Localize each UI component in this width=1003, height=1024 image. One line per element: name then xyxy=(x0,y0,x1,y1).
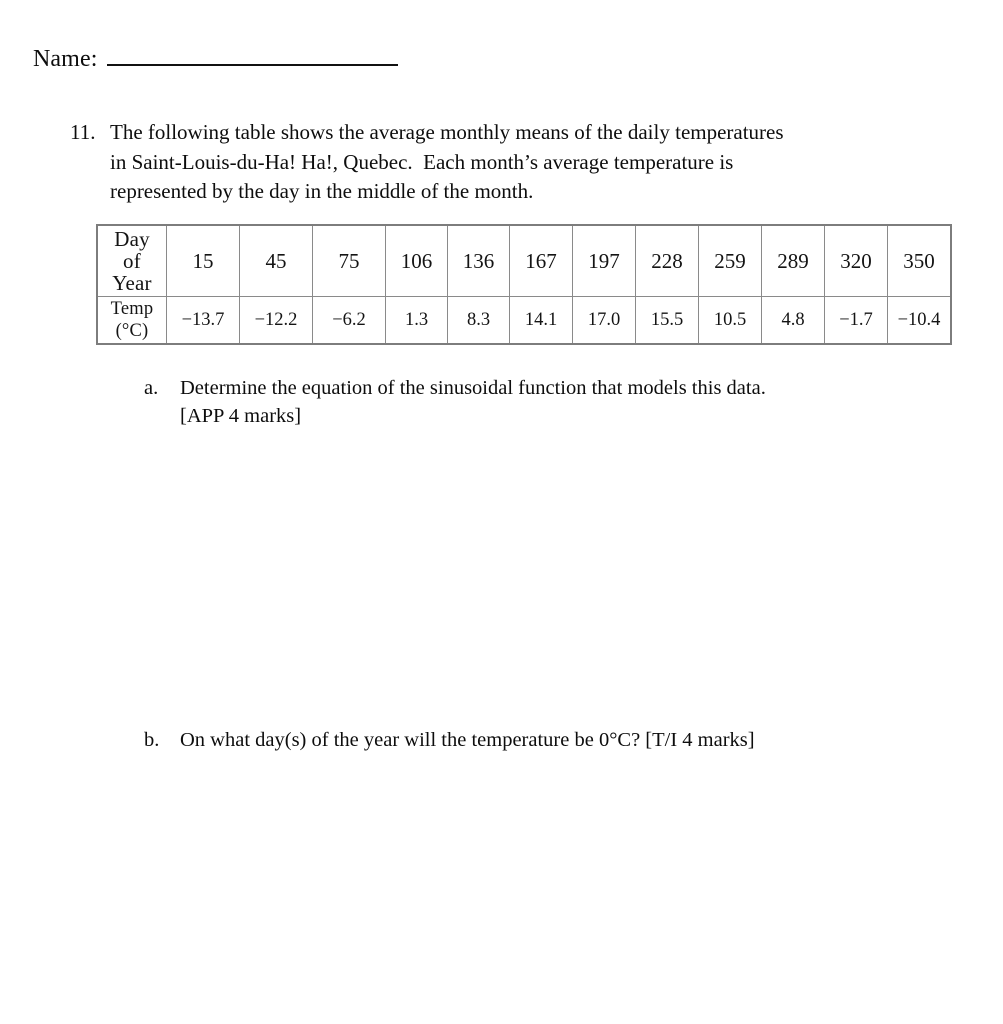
cell-day-2: 45 xyxy=(239,224,313,297)
name-field: Name: xyxy=(33,44,399,72)
cell-day-1: 15 xyxy=(166,224,240,297)
cell-day-9: 259 xyxy=(698,224,762,297)
row-header-day-of-year: Day of Year xyxy=(96,224,167,297)
part-a-line-1: Determine the equation of the sinusoidal… xyxy=(180,377,766,399)
temperature-data-table: Day of Year 15 45 75 106 136 167 197 228… xyxy=(96,224,952,345)
row-header-day-line-2: of xyxy=(123,249,141,273)
cell-day-10: 289 xyxy=(761,224,825,297)
cell-day-5: 136 xyxy=(447,224,510,297)
part-b-marker: b. xyxy=(144,729,160,751)
table-row-day-of-year: Day of Year 15 45 75 106 136 167 197 228… xyxy=(96,224,952,297)
row-header-temp: Temp (°C) xyxy=(96,296,167,345)
cell-temp-4: 1.3 xyxy=(385,296,448,345)
cell-day-12: 350 xyxy=(887,224,952,297)
name-input-blank[interactable] xyxy=(107,44,399,66)
name-label: Name: xyxy=(33,46,98,72)
cell-day-6: 167 xyxy=(509,224,573,297)
cell-temp-1: −13.7 xyxy=(166,296,240,345)
part-b-text: On what day(s) of the year will the temp… xyxy=(180,726,940,754)
cell-temp-3: −6.2 xyxy=(312,296,386,345)
question-line-3: represented by the day in the middle of … xyxy=(110,179,534,203)
cell-temp-8: 15.5 xyxy=(635,296,699,345)
question-line-2: in Saint-Louis-du-Ha! Ha!, Quebec. Each … xyxy=(110,149,734,174)
table-row-temp: Temp (°C) −13.7 −12.2 −6.2 1.3 8.3 14.1 … xyxy=(96,296,952,345)
cell-temp-7: 17.0 xyxy=(572,296,636,345)
part-a-marker: a. xyxy=(144,377,159,399)
worksheet-page: Name: 11. The following table shows the … xyxy=(0,0,1003,1024)
part-b-line-1: On what day(s) of the year will the temp… xyxy=(180,729,755,751)
cell-temp-9: 10.5 xyxy=(698,296,762,345)
question-11: 11. The following table shows the averag… xyxy=(70,118,950,207)
row-header-temp-line-1: Temp xyxy=(110,299,154,319)
cell-temp-2: −12.2 xyxy=(239,296,313,345)
cell-day-4: 106 xyxy=(385,224,448,297)
cell-temp-5: 8.3 xyxy=(447,296,510,345)
answer-space-part-b[interactable] xyxy=(144,764,934,1004)
question-number: 11. xyxy=(70,120,96,144)
part-a-text: Determine the equation of the sinusoidal… xyxy=(180,374,940,430)
row-header-day-line-3: Year xyxy=(112,271,152,295)
cell-day-11: 320 xyxy=(824,224,888,297)
cell-day-8: 228 xyxy=(635,224,699,297)
cell-day-7: 197 xyxy=(572,224,636,297)
question-text: The following table shows the average mo… xyxy=(110,118,900,207)
question-line-1: The following table shows the average mo… xyxy=(110,120,784,144)
cell-temp-12: −10.4 xyxy=(887,296,952,345)
row-header-temp-line-2: (°C) xyxy=(115,321,149,341)
question-part-b: b. On what day(s) of the year will the t… xyxy=(144,726,940,754)
cell-day-3: 75 xyxy=(312,224,386,297)
cell-temp-11: −1.7 xyxy=(824,296,888,345)
answer-space-part-a[interactable] xyxy=(144,432,934,712)
row-header-day-line-1: Day xyxy=(114,227,150,251)
cell-temp-10: 4.8 xyxy=(761,296,825,345)
part-a-line-2: [APP 4 marks] xyxy=(180,405,302,427)
question-part-a: a. Determine the equation of the sinusoi… xyxy=(144,374,940,430)
cell-temp-6: 14.1 xyxy=(509,296,573,345)
